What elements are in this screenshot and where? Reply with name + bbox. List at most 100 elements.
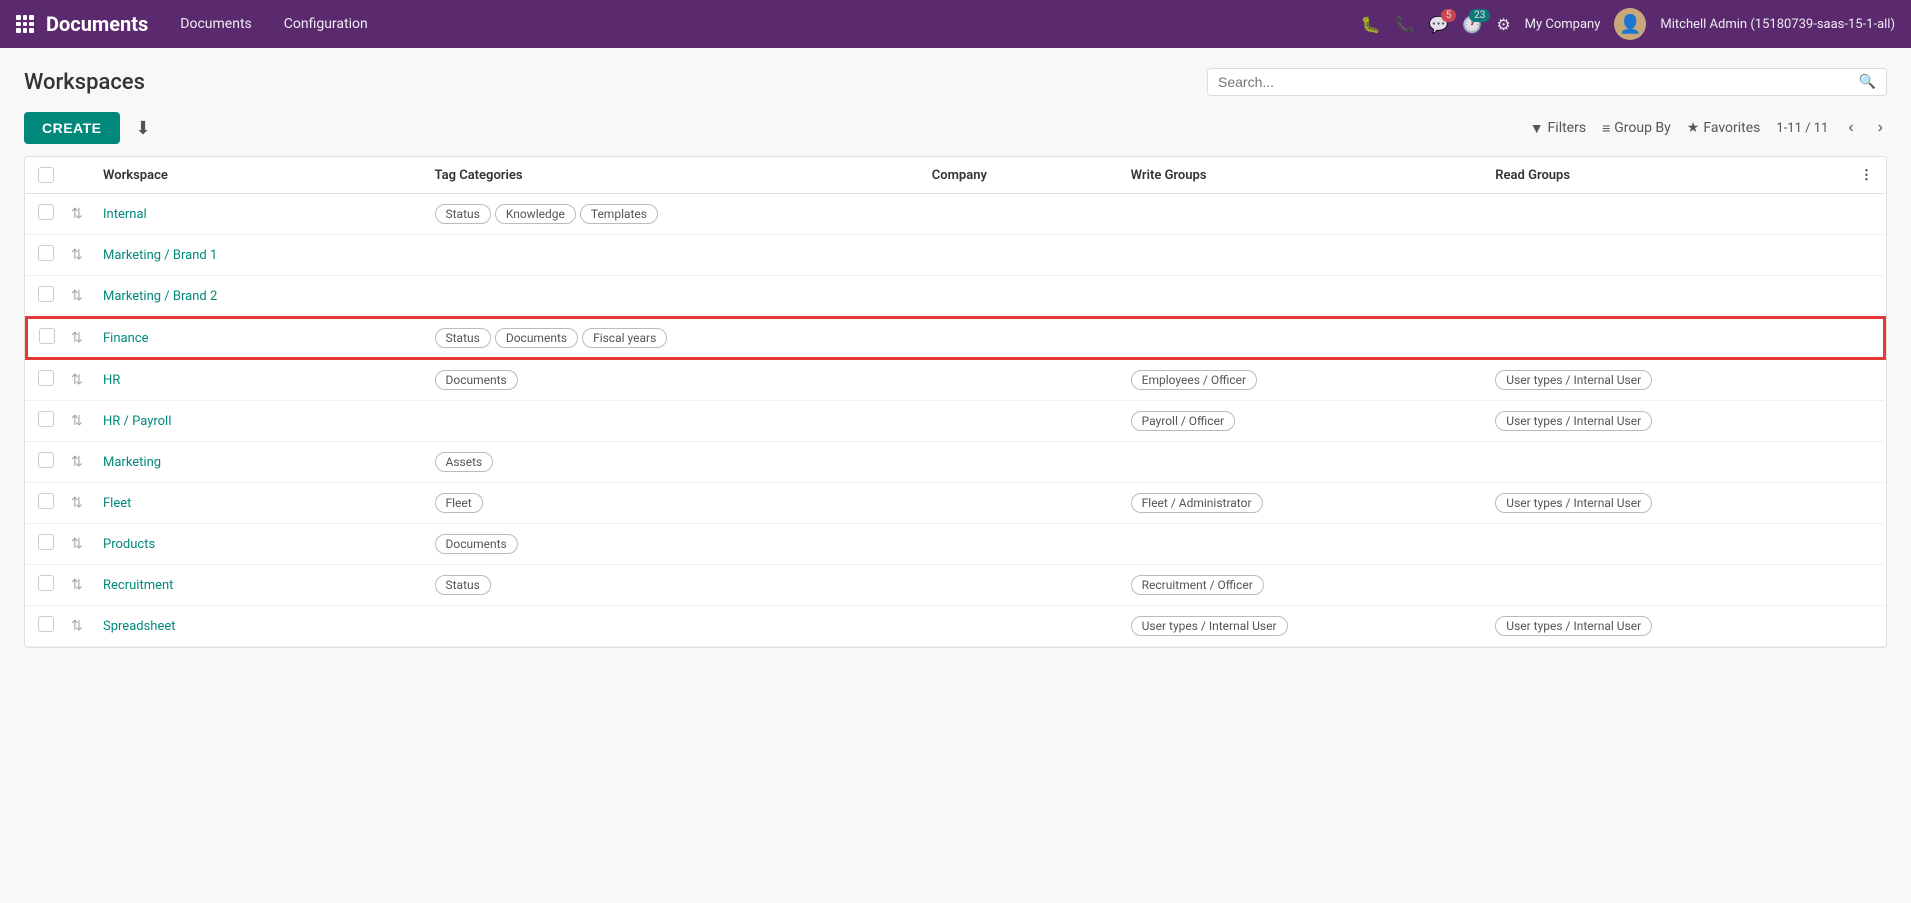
toolbar-left: CREATE ⬇ xyxy=(24,112,159,144)
activity-badge: 23 xyxy=(1469,9,1490,22)
table-row: ⇅InternalStatusKnowledgeTemplates xyxy=(26,194,1885,235)
activity-icon[interactable]: 🕐 23 xyxy=(1462,15,1482,34)
company-name: My Company xyxy=(1525,17,1601,32)
tag-pill: Knowledge xyxy=(495,204,576,224)
drag-handle[interactable]: ⇅ xyxy=(67,317,91,359)
col-workspace[interactable]: Workspace xyxy=(91,157,423,194)
app-grid-icon[interactable] xyxy=(16,15,34,33)
phone-icon[interactable]: 📞 xyxy=(1395,15,1415,34)
workspace-name[interactable]: Internal xyxy=(91,194,423,235)
prev-page-button[interactable]: ‹ xyxy=(1844,117,1857,139)
table-row: ⇅MarketingAssets xyxy=(26,442,1885,483)
row-options[interactable] xyxy=(1848,359,1885,401)
row-checkbox[interactable] xyxy=(26,483,67,524)
tag-pill: Status xyxy=(435,204,491,224)
workspace-name[interactable]: Marketing / Brand 1 xyxy=(91,235,423,276)
row-options[interactable] xyxy=(1848,442,1885,483)
row-checkbox[interactable] xyxy=(26,235,67,276)
download-button[interactable]: ⬇ xyxy=(128,114,159,143)
drag-handle[interactable]: ⇅ xyxy=(67,565,91,606)
chat-icon[interactable]: 💬 5 xyxy=(1428,15,1448,34)
write-groups-cell xyxy=(1119,194,1484,235)
tag-pill: Documents xyxy=(435,370,518,390)
drag-handle[interactable]: ⇅ xyxy=(67,483,91,524)
search-bar[interactable]: 🔍 xyxy=(1207,68,1887,96)
drag-handle[interactable]: ⇅ xyxy=(67,606,91,647)
pagination-info: 1-11 / 11 xyxy=(1776,121,1828,136)
search-input[interactable] xyxy=(1218,74,1859,90)
tag-pill: Documents xyxy=(495,328,578,348)
row-options[interactable] xyxy=(1848,524,1885,565)
drag-handle[interactable]: ⇅ xyxy=(67,235,91,276)
row-options[interactable] xyxy=(1848,565,1885,606)
row-checkbox[interactable] xyxy=(26,194,67,235)
col-checkbox[interactable] xyxy=(26,157,67,194)
read-groups-cell xyxy=(1483,276,1848,318)
row-options[interactable] xyxy=(1848,317,1885,359)
row-checkbox[interactable] xyxy=(26,565,67,606)
workspace-name[interactable]: Marketing / Brand 2 xyxy=(91,276,423,318)
row-options[interactable] xyxy=(1848,401,1885,442)
tag-categories: StatusKnowledgeTemplates xyxy=(423,194,920,235)
drag-handle[interactable]: ⇅ xyxy=(67,401,91,442)
row-options[interactable] xyxy=(1848,483,1885,524)
workspace-name[interactable]: Finance xyxy=(91,317,423,359)
row-checkbox[interactable] xyxy=(26,401,67,442)
col-read-groups[interactable]: Read Groups xyxy=(1483,157,1848,194)
workspace-name[interactable]: Marketing xyxy=(91,442,423,483)
workspace-name[interactable]: Fleet xyxy=(91,483,423,524)
drag-handle[interactable]: ⇅ xyxy=(67,359,91,401)
debug-icon[interactable]: 🐛 xyxy=(1361,15,1381,34)
row-checkbox[interactable] xyxy=(26,442,67,483)
read-group-pill: User types / Internal User xyxy=(1495,411,1652,431)
table-row: ⇅SpreadsheetUser types / Internal UserUs… xyxy=(26,606,1885,647)
filters-button[interactable]: ▼ Filters xyxy=(1530,120,1586,137)
company-cell xyxy=(920,317,1119,359)
workspace-name[interactable]: HR xyxy=(91,359,423,401)
settings-icon[interactable]: ⚙ xyxy=(1496,15,1510,34)
row-options[interactable] xyxy=(1848,235,1885,276)
workspace-name[interactable]: Spreadsheet xyxy=(91,606,423,647)
workspace-name[interactable]: HR / Payroll xyxy=(91,401,423,442)
toolbar-right: ▼ Filters ≡ Group By ★ Favorites 1-11 / … xyxy=(1530,117,1887,139)
row-checkbox[interactable] xyxy=(26,317,67,359)
drag-handle[interactable]: ⇅ xyxy=(67,194,91,235)
nav-configuration[interactable]: Configuration xyxy=(272,10,380,38)
workspace-name[interactable]: Products xyxy=(91,524,423,565)
table-row: ⇅HRDocumentsEmployees / OfficerUser type… xyxy=(26,359,1885,401)
company-cell xyxy=(920,194,1119,235)
row-options[interactable] xyxy=(1848,276,1885,318)
nav-documents[interactable]: Documents xyxy=(168,10,263,38)
create-button[interactable]: CREATE xyxy=(24,112,120,144)
drag-handle[interactable]: ⇅ xyxy=(67,524,91,565)
row-checkbox[interactable] xyxy=(26,524,67,565)
table-row: ⇅ProductsDocuments xyxy=(26,524,1885,565)
groupby-button[interactable]: ≡ Group By xyxy=(1602,120,1671,137)
avatar[interactable]: 👤 xyxy=(1614,8,1646,40)
col-write-groups[interactable]: Write Groups xyxy=(1119,157,1484,194)
row-options[interactable] xyxy=(1848,194,1885,235)
write-groups-cell: Fleet / Administrator xyxy=(1119,483,1484,524)
col-options[interactable]: ⋮ xyxy=(1848,157,1885,194)
favorites-button[interactable]: ★ Favorites xyxy=(1687,120,1761,136)
tag-pill: Fiscal years xyxy=(582,328,667,348)
col-tag-categories[interactable]: Tag Categories xyxy=(423,157,920,194)
col-company[interactable]: Company xyxy=(920,157,1119,194)
table-wrap: Workspace Tag Categories Company Write G… xyxy=(24,156,1887,648)
write-groups-cell xyxy=(1119,317,1484,359)
read-groups-cell: User types / Internal User xyxy=(1483,606,1848,647)
read-groups-cell: User types / Internal User xyxy=(1483,483,1848,524)
row-checkbox[interactable] xyxy=(26,359,67,401)
read-groups-cell xyxy=(1483,317,1848,359)
row-checkbox[interactable] xyxy=(26,606,67,647)
read-groups-cell xyxy=(1483,442,1848,483)
tag-pill: Status xyxy=(435,328,491,348)
drag-handle[interactable]: ⇅ xyxy=(67,442,91,483)
drag-handle[interactable]: ⇅ xyxy=(67,276,91,318)
row-options[interactable] xyxy=(1848,606,1885,647)
row-checkbox[interactable] xyxy=(26,276,67,318)
next-page-button[interactable]: › xyxy=(1874,117,1887,139)
workspace-name[interactable]: Recruitment xyxy=(91,565,423,606)
star-icon: ★ xyxy=(1687,120,1700,136)
tag-pill: Fleet xyxy=(435,493,483,513)
